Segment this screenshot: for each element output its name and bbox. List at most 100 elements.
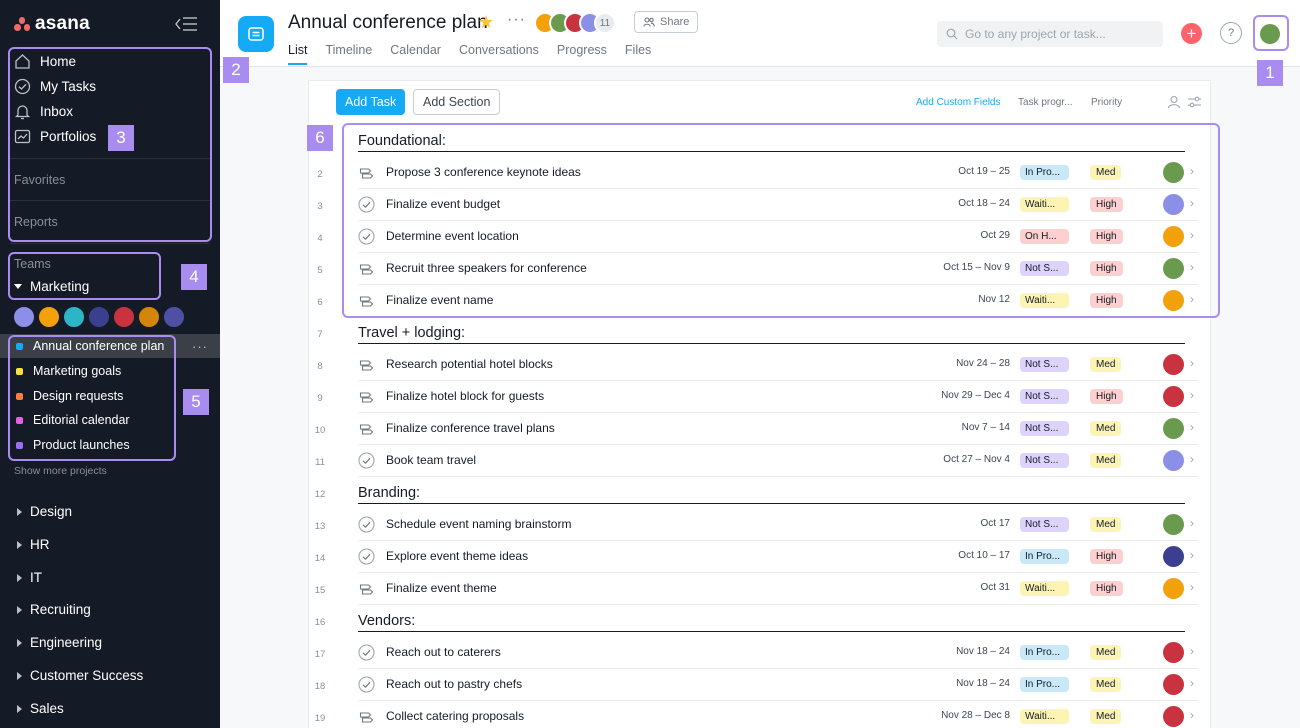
chevron-right-icon[interactable]: › xyxy=(1190,196,1194,210)
column-header-task-progress[interactable]: Task progr... xyxy=(1018,97,1072,108)
chevron-right-icon[interactable]: › xyxy=(1190,676,1194,690)
chevron-right-icon[interactable]: › xyxy=(1190,580,1194,594)
priority-pill[interactable]: Med xyxy=(1090,421,1122,436)
task-row[interactable]: Reach out to pastry chefs Nov 18 – 24 In P… xyxy=(358,669,1198,701)
avatar[interactable] xyxy=(138,306,160,328)
team-sales[interactable]: Sales xyxy=(17,701,64,716)
tab-list[interactable]: List xyxy=(288,43,308,65)
team-customer-success[interactable]: Customer Success xyxy=(17,668,143,683)
task-due-date[interactable]: Nov 7 – 14 xyxy=(962,422,1010,433)
assignee-avatar[interactable] xyxy=(1163,258,1184,279)
search-input[interactable]: Go to any project or task... xyxy=(937,21,1163,47)
tab-progress[interactable]: Progress xyxy=(557,43,607,65)
task-row[interactable]: Research potential hotel blocks Nov 24 – … xyxy=(358,349,1198,381)
priority-pill[interactable]: Med xyxy=(1090,453,1122,468)
task-row[interactable]: Recruit three speakers for conference Oct… xyxy=(358,253,1198,285)
task-due-date[interactable]: Nov 12 xyxy=(978,294,1010,305)
task-name[interactable]: Determine event location xyxy=(386,229,519,243)
chevron-right-icon[interactable]: › xyxy=(1190,548,1194,562)
task-row[interactable]: Finalize event budget Oct 18 – 24 Waiti...… xyxy=(358,189,1198,221)
assignee-avatar[interactable] xyxy=(1163,418,1184,439)
task-row[interactable]: Propose 3 conference keynote ideas Oct 19… xyxy=(358,157,1198,189)
chevron-right-icon[interactable]: › xyxy=(1190,452,1194,466)
team-hr[interactable]: HR xyxy=(17,537,50,552)
user-avatar[interactable] xyxy=(1260,24,1280,44)
quick-add-button[interactable]: + xyxy=(1181,23,1202,44)
task-due-date[interactable]: Oct 18 – 24 xyxy=(958,198,1010,209)
priority-pill[interactable]: Med xyxy=(1090,645,1122,660)
project-product-launches[interactable]: Product launches xyxy=(0,433,220,457)
task-name[interactable]: Schedule event naming brainstorm xyxy=(386,517,571,531)
task-progress-pill[interactable]: In Pro... xyxy=(1020,165,1069,180)
more-options-icon[interactable]: ··· xyxy=(192,339,208,354)
page-title[interactable]: Annual conference plan xyxy=(288,12,488,34)
task-progress-pill[interactable]: Not S... xyxy=(1020,389,1069,404)
task-progress-pill[interactable]: On H... xyxy=(1020,229,1069,244)
task-row[interactable]: Schedule event naming brainstorm Oct 17 No… xyxy=(358,509,1198,541)
task-due-date[interactable]: Nov 24 – 28 xyxy=(956,358,1010,369)
nav-inbox[interactable]: Inbox xyxy=(14,103,73,120)
chevron-right-icon[interactable]: › xyxy=(1190,260,1194,274)
avatar[interactable] xyxy=(88,306,110,328)
reports-heading[interactable]: Reports xyxy=(14,215,58,229)
avatar[interactable] xyxy=(13,306,35,328)
task-name[interactable]: Finalize event budget xyxy=(386,197,500,211)
assignee-avatar[interactable] xyxy=(1163,162,1184,183)
project-members[interactable]: 11 xyxy=(534,12,616,34)
nav-portfolios[interactable]: Portfolios xyxy=(14,128,96,145)
task-due-date[interactable]: Nov 28 – Dec 8 xyxy=(941,710,1010,721)
priority-pill[interactable]: High xyxy=(1090,293,1123,308)
task-due-date[interactable]: Oct 17 xyxy=(981,518,1010,529)
task-progress-pill[interactable]: In Pro... xyxy=(1020,645,1069,660)
team-design[interactable]: Design xyxy=(17,504,72,519)
tab-calendar[interactable]: Calendar xyxy=(390,43,441,65)
avatar[interactable] xyxy=(113,306,135,328)
priority-pill[interactable]: Med xyxy=(1090,517,1122,532)
task-name[interactable]: Finalize event theme xyxy=(386,581,497,595)
assignee-avatar[interactable] xyxy=(1163,386,1184,407)
subtasks-icon[interactable] xyxy=(358,164,375,181)
favorites-heading[interactable]: Favorites xyxy=(14,173,65,187)
chevron-right-icon[interactable]: › xyxy=(1190,164,1194,178)
tab-timeline[interactable]: Timeline xyxy=(325,43,372,65)
task-due-date[interactable]: Oct 27 – Nov 4 xyxy=(943,454,1010,465)
tab-conversations[interactable]: Conversations xyxy=(459,43,539,65)
task-name[interactable]: Collect catering proposals xyxy=(386,709,524,723)
complete-checkmark-icon[interactable] xyxy=(358,676,375,693)
column-settings-icon[interactable] xyxy=(1187,95,1202,109)
assignee-avatar[interactable] xyxy=(1163,546,1184,567)
task-due-date[interactable]: Nov 29 – Dec 4 xyxy=(941,390,1010,401)
chevron-right-icon[interactable]: › xyxy=(1190,292,1194,306)
priority-pill[interactable]: Med xyxy=(1090,677,1122,692)
task-row[interactable]: Collect catering proposals Nov 28 – Dec 8… xyxy=(358,701,1198,728)
task-progress-pill[interactable]: Not S... xyxy=(1020,261,1069,276)
team-recruiting[interactable]: Recruiting xyxy=(17,602,91,617)
section-header[interactable]: Vendors: xyxy=(358,613,415,629)
column-header-priority[interactable]: Priority xyxy=(1091,97,1122,108)
chevron-right-icon[interactable]: › xyxy=(1190,356,1194,370)
task-due-date[interactable]: Nov 18 – 24 xyxy=(956,678,1010,689)
team-engineering[interactable]: Engineering xyxy=(17,635,102,650)
tab-files[interactable]: Files xyxy=(625,43,651,65)
team-marketing[interactable]: Marketing xyxy=(14,279,89,294)
assignee-avatar[interactable] xyxy=(1163,514,1184,535)
share-button[interactable]: Share xyxy=(634,11,699,33)
section-header[interactable]: Foundational: xyxy=(358,133,446,149)
task-row[interactable]: Finalize conference travel plans Nov 7 – … xyxy=(358,413,1198,445)
assignee-avatar[interactable] xyxy=(1163,642,1184,663)
team-it[interactable]: IT xyxy=(17,570,42,585)
task-due-date[interactable]: Oct 29 xyxy=(981,230,1010,241)
priority-pill[interactable]: High xyxy=(1090,197,1123,212)
task-name[interactable]: Finalize event name xyxy=(386,293,493,307)
subtasks-icon[interactable] xyxy=(358,292,375,309)
task-progress-pill[interactable]: In Pro... xyxy=(1020,677,1069,692)
task-row[interactable]: Finalize event theme Oct 31 Waiti... High › xyxy=(358,573,1198,605)
collapse-sidebar-icon[interactable] xyxy=(174,15,198,33)
priority-pill[interactable]: High xyxy=(1090,581,1123,596)
complete-checkmark-icon[interactable] xyxy=(358,644,375,661)
chevron-right-icon[interactable]: › xyxy=(1190,228,1194,242)
subtasks-icon[interactable] xyxy=(358,356,375,373)
task-progress-pill[interactable]: Waiti... xyxy=(1020,709,1069,724)
task-row[interactable]: Reach out to caterers Nov 18 – 24 In Pro..… xyxy=(358,637,1198,669)
task-progress-pill[interactable]: Not S... xyxy=(1020,421,1069,436)
